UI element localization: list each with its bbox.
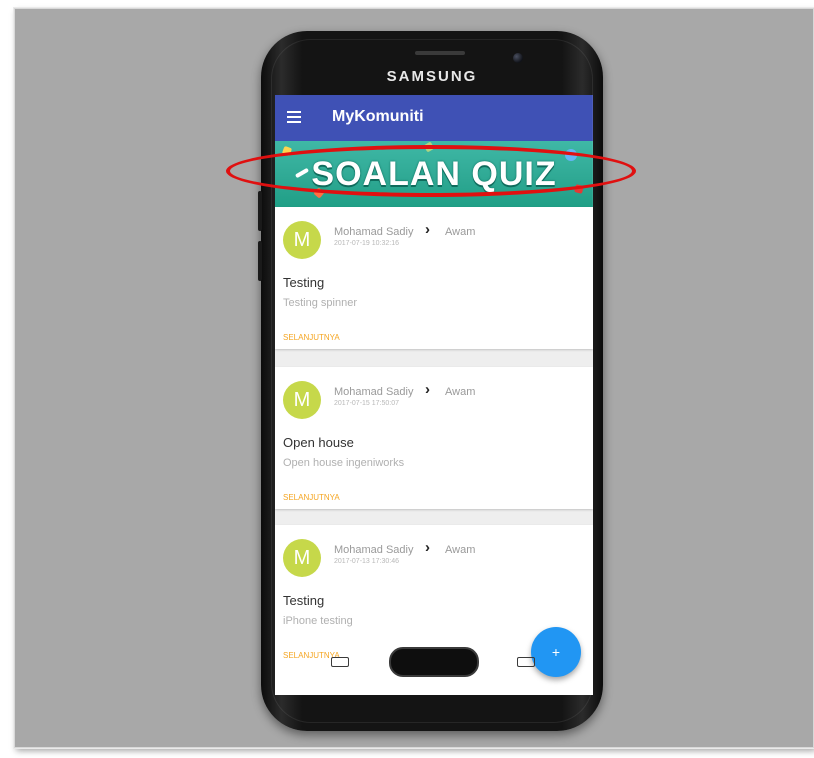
post-author[interactable]: Mohamad Sadiy	[334, 386, 414, 398]
post-body: Open house ingeniworks	[283, 457, 405, 469]
hamburger-menu-icon[interactable]	[287, 111, 301, 123]
post-author[interactable]: Mohamad Sadiy	[334, 226, 414, 238]
avatar: M	[283, 381, 321, 419]
highlight-ellipse	[226, 145, 636, 197]
chevron-right-icon: ›	[425, 221, 430, 238]
front-camera-icon	[513, 53, 523, 63]
post-body: iPhone testing	[283, 615, 353, 627]
screenshot-frame: SAMSUNG MyKomuniti SOALAN QUIZ M Mohamad…	[14, 8, 814, 748]
chevron-right-icon: ›	[425, 539, 430, 556]
device-brand: SAMSUNG	[386, 68, 478, 85]
volume-button	[258, 191, 262, 231]
post-title: Testing	[283, 593, 325, 608]
chevron-right-icon: ›	[425, 381, 430, 398]
avatar: M	[283, 539, 321, 577]
recent-apps-key[interactable]	[331, 657, 349, 667]
read-more-link[interactable]: SELANJUTNYA	[283, 493, 340, 502]
add-post-button[interactable]: +	[531, 627, 581, 677]
post-group[interactable]: Awam	[445, 544, 475, 556]
post-timestamp: 2017-07-13 17:30:46	[334, 558, 399, 565]
post-group[interactable]: Awam	[445, 226, 475, 238]
post-feed: M Mohamad Sadiy › Awam 2017-07-19 10:32:…	[275, 207, 593, 695]
post-timestamp: 2017-07-15 17:50:07	[334, 400, 399, 407]
post-card[interactable]: M Mohamad Sadiy › Awam 2017-07-15 17:50:…	[275, 367, 593, 509]
post-group[interactable]: Awam	[445, 386, 475, 398]
post-body: Testing spinner	[283, 297, 357, 309]
app-bar: MyKomuniti	[275, 95, 593, 141]
post-timestamp: 2017-07-19 10:32:16	[334, 240, 399, 247]
post-card[interactable]: M Mohamad Sadiy › Awam 2017-07-19 10:32:…	[275, 207, 593, 349]
app-title: MyKomuniti	[332, 108, 424, 125]
bixby-button	[258, 241, 262, 281]
back-key[interactable]	[517, 657, 535, 667]
read-more-link[interactable]: SELANJUTNYA	[283, 333, 340, 342]
post-author[interactable]: Mohamad Sadiy	[334, 544, 414, 556]
post-title: Testing	[283, 275, 325, 290]
earpiece-speaker	[415, 51, 465, 55]
phone-device: SAMSUNG MyKomuniti SOALAN QUIZ M Mohamad…	[258, 31, 603, 731]
post-title: Open house	[283, 435, 354, 450]
home-key[interactable]	[389, 647, 479, 677]
avatar: M	[283, 221, 321, 259]
